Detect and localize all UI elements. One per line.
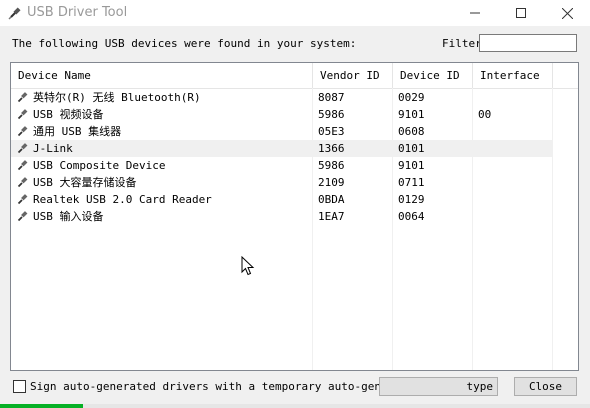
- interface-cell: [478, 157, 550, 174]
- device-name-cell: Realtek USB 2.0 Card Reader: [17, 191, 311, 208]
- interface-cell: [478, 191, 550, 208]
- vendor-id-cell: 1EA7: [318, 210, 345, 223]
- close-icon: [561, 7, 573, 19]
- device-name-cell: USB Composite Device: [17, 157, 311, 174]
- usb-plug-icon: [17, 193, 29, 205]
- table-row[interactable]: Realtek USB 2.0 Card Reader 0BDA 0129: [11, 191, 552, 208]
- device-list-rows: 英特尔(R) 无线 Bluetooth(R) 8087 0029 USB 视频设备 59…: [11, 89, 578, 225]
- vendor-id-cell: 1366: [318, 142, 345, 155]
- table-row[interactable]: USB 输入设备 1EA7 0064: [11, 208, 552, 225]
- device-id-cell: 0129: [398, 193, 425, 206]
- table-row[interactable]: J-Link 1366 0101: [11, 140, 552, 157]
- column-header-interface[interactable]: Interface: [473, 63, 553, 88]
- usb-plug-icon: [17, 210, 29, 222]
- usb-plug-icon: [17, 91, 29, 103]
- interface-cell: [478, 174, 550, 191]
- table-row[interactable]: USB 大容量存储设备 2109 0711: [11, 174, 552, 191]
- title-bar[interactable]: USB Driver Tool: [0, 0, 590, 26]
- minimize-icon: [470, 8, 480, 18]
- usb-plug-icon: [17, 142, 29, 154]
- device-name-text: USB Composite Device: [33, 159, 166, 172]
- usb-plug-icon: [17, 125, 29, 137]
- device-name-text: 通用 USB 集线器: [33, 125, 122, 138]
- device-id-cell: 9101: [398, 108, 425, 121]
- usb-plug-icon: [8, 6, 22, 20]
- filter-label: Filter: [442, 37, 482, 50]
- device-id-cell: 9101: [398, 159, 425, 172]
- device-name-text: Realtek USB 2.0 Card Reader: [33, 193, 212, 206]
- device-name-cell: USB 大容量存储设备: [17, 174, 311, 191]
- device-id-cell: 0064: [398, 210, 425, 223]
- device-name-cell: J-Link: [17, 140, 311, 157]
- close-window-button[interactable]: [544, 0, 590, 26]
- usb-plug-icon: [17, 108, 29, 120]
- interface-cell: 00: [478, 108, 492, 121]
- table-row[interactable]: USB Composite Device 5986 9101: [11, 157, 552, 174]
- close-button[interactable]: Close: [514, 377, 577, 396]
- device-list-header: Device Name Vendor ID Device ID Interfac…: [11, 63, 578, 89]
- install-button[interactable]: type: [379, 377, 498, 396]
- filter-input[interactable]: [479, 34, 577, 52]
- maximize-button[interactable]: [498, 0, 544, 26]
- interface-cell: [478, 140, 550, 157]
- interface-cell: [478, 208, 550, 225]
- device-id-cell: 0711: [398, 176, 425, 189]
- vendor-id-cell: 5986: [318, 159, 345, 172]
- vendor-id-cell: 05E3: [318, 125, 345, 138]
- interface-cell: [478, 89, 550, 106]
- vendor-id-cell: 5986: [318, 108, 345, 121]
- device-name-cell: 通用 USB 集线器: [17, 123, 311, 140]
- minimize-button[interactable]: [452, 0, 498, 26]
- usb-plug-icon: [17, 176, 29, 188]
- mouse-cursor-icon: [241, 255, 255, 276]
- window-title: USB Driver Tool: [27, 5, 128, 20]
- device-list-prompt: The following USB devices were found in …: [12, 37, 357, 50]
- usb-driver-tool-window: USB Driver Tool The following USB device…: [0, 0, 590, 408]
- table-row[interactable]: 英特尔(R) 无线 Bluetooth(R) 8087 0029: [11, 89, 552, 106]
- device-id-cell: 0029: [398, 91, 425, 104]
- device-name-text: 英特尔(R) 无线 Bluetooth(R): [33, 91, 201, 104]
- usb-plug-icon: [17, 159, 29, 171]
- table-row[interactable]: USB 视频设备 5986 9101 00: [11, 106, 552, 123]
- vendor-id-cell: 0BDA: [318, 193, 345, 206]
- device-id-cell: 0608: [398, 125, 425, 138]
- column-header-vendor-id[interactable]: Vendor ID: [313, 63, 393, 88]
- vendor-id-cell: 8087: [318, 91, 345, 104]
- device-name-text: USB 大容量存储设备: [33, 176, 137, 189]
- device-name-cell: USB 视频设备: [17, 106, 311, 123]
- device-name-text: USB 输入设备: [33, 210, 104, 223]
- column-header-device-id[interactable]: Device ID: [393, 63, 473, 88]
- vendor-id-cell: 2109: [318, 176, 345, 189]
- device-name-text: J-Link: [33, 142, 73, 155]
- device-list[interactable]: Device Name Vendor ID Device ID Interfac…: [10, 62, 579, 371]
- progress-bar: [0, 404, 590, 408]
- column-header-device-name[interactable]: Device Name: [11, 63, 313, 88]
- progress-bar-fill: [0, 404, 83, 408]
- device-id-cell: 0101: [398, 142, 425, 155]
- device-name-text: USB 视频设备: [33, 108, 104, 121]
- sign-drivers-checkbox[interactable]: [13, 380, 26, 393]
- device-name-cell: USB 输入设备: [17, 208, 311, 225]
- maximize-icon: [516, 8, 526, 18]
- device-name-cell: 英特尔(R) 无线 Bluetooth(R): [17, 89, 311, 106]
- interface-cell: [478, 123, 550, 140]
- table-row[interactable]: 通用 USB 集线器 05E3 0608: [11, 123, 552, 140]
